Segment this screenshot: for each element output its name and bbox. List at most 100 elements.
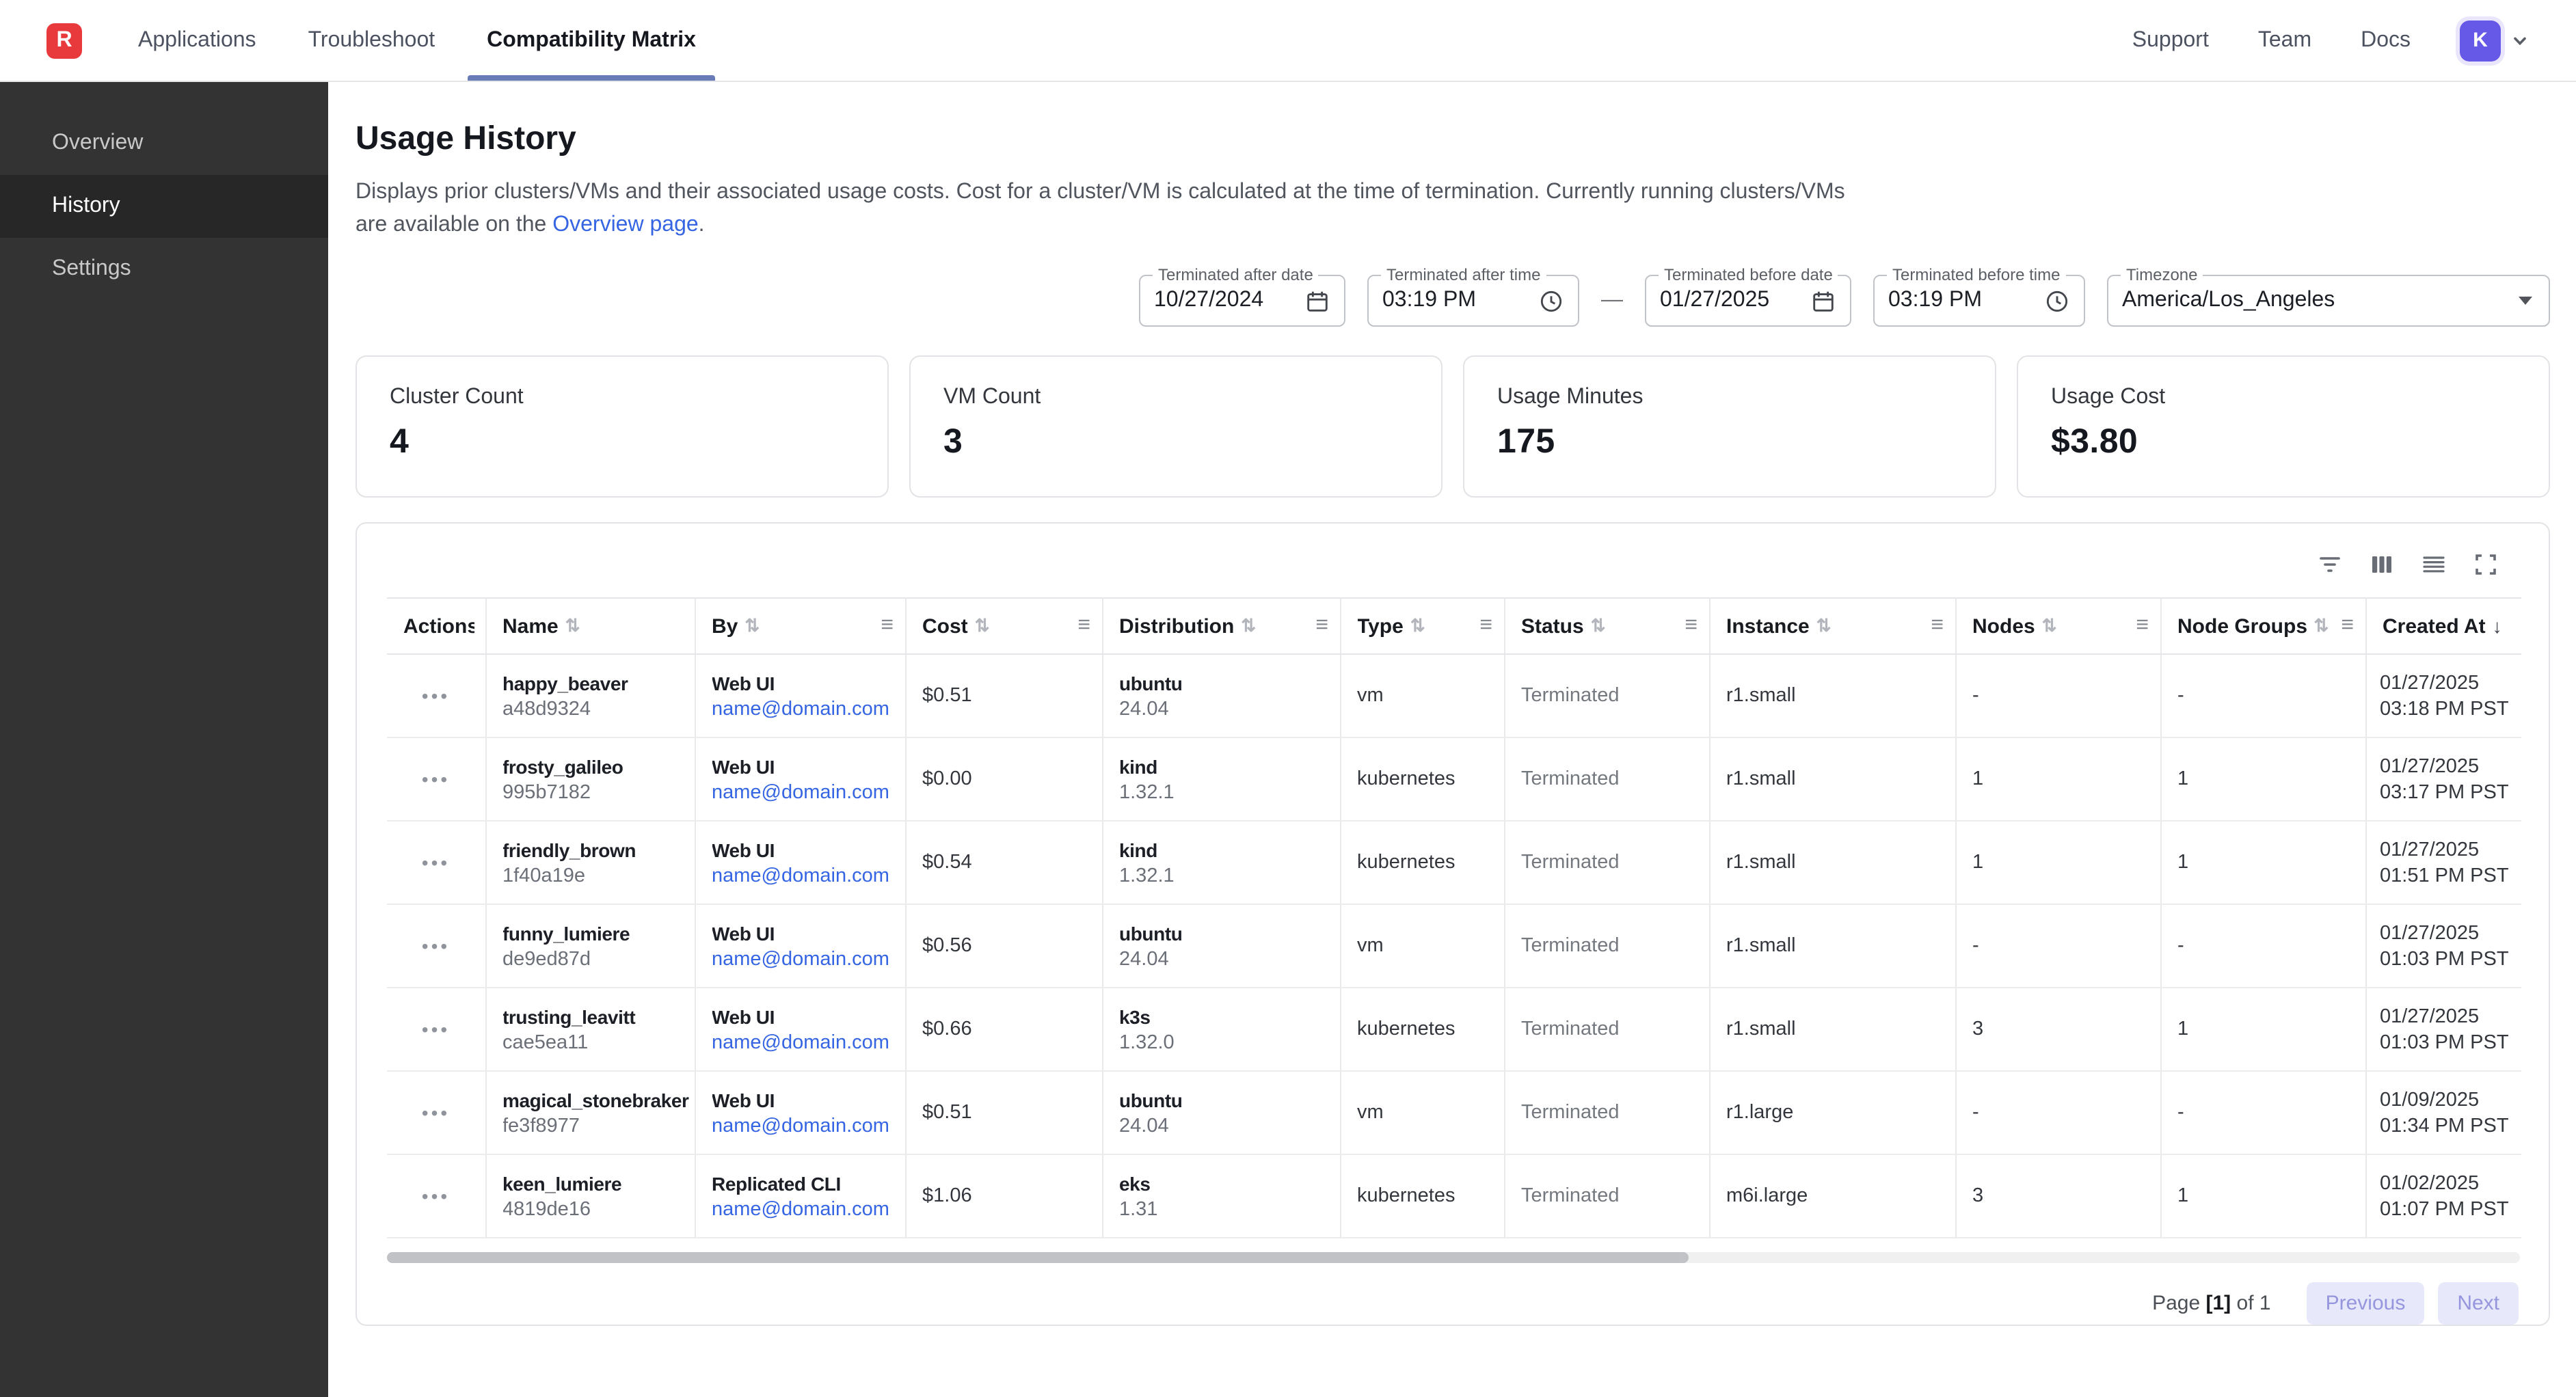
replicated-logo[interactable]: R: [46, 23, 82, 58]
column-menu-icon[interactable]: ≡: [875, 614, 894, 638]
created-date: 01/27/2025: [2380, 1005, 2521, 1027]
sort-icon: ⇅: [1816, 615, 1832, 637]
nav-troubleshoot[interactable]: Troubleshoot: [282, 0, 461, 81]
sidebar-item-history[interactable]: History: [0, 175, 328, 238]
stat-card-cluster-count: Cluster Count 4: [355, 355, 889, 498]
fullscreen-icon[interactable]: [2472, 551, 2499, 578]
cell-text: kubernetes: [1357, 768, 1503, 790]
terminated-before-date-field[interactable]: Terminated before date 01/27/2025: [1645, 275, 1851, 327]
cell-text: 1: [2177, 768, 2365, 790]
filter-icon[interactable]: [2316, 551, 2344, 578]
sort-icon: ⇅: [1241, 615, 1256, 637]
page-current: [1]: [2206, 1292, 2231, 1315]
cell-primary-text: frosty_galileo: [502, 755, 694, 777]
cell-primary-text: Web UI: [712, 755, 904, 777]
calendar-icon[interactable]: [1810, 288, 1836, 314]
email-link[interactable]: name@domain.com: [712, 1115, 904, 1137]
column-header-node-groups[interactable]: Node Groups⇅≡: [2160, 598, 2365, 654]
column-header-type[interactable]: Type⇅≡: [1340, 598, 1504, 654]
column-header-name[interactable]: Name⇅: [485, 598, 695, 654]
email-link[interactable]: name@domain.com: [712, 1198, 904, 1220]
row-actions-button[interactable]: •••: [387, 935, 485, 957]
sidebar-item-overview[interactable]: Overview: [0, 112, 328, 175]
column-label: Cost: [922, 614, 968, 638]
cell-text: r1.small: [1726, 852, 1955, 873]
cell-text: vm: [1357, 935, 1503, 957]
nav-docs[interactable]: Docs: [2361, 28, 2411, 53]
cell-text: -: [2177, 685, 2365, 707]
cell-primary-text: ubuntu: [1119, 1089, 1339, 1111]
scrollbar-thumb[interactable]: [387, 1252, 1688, 1263]
row-actions-button[interactable]: •••: [387, 768, 485, 790]
sort-icon: ⇅: [1591, 615, 1606, 637]
column-header-instance[interactable]: Instance⇅≡: [1709, 598, 1955, 654]
overview-page-link[interactable]: Overview page: [552, 213, 698, 236]
calendar-icon[interactable]: [1304, 288, 1330, 314]
nav-applications[interactable]: Applications: [112, 0, 282, 81]
primary-nav: Applications Troubleshoot Compatibility …: [112, 0, 722, 81]
timezone-select[interactable]: Timezone America/Los_Angeles: [2107, 275, 2550, 327]
next-page-button[interactable]: Next: [2438, 1282, 2519, 1325]
cell-text: $0.56: [922, 935, 1101, 957]
created-time: 01:34 PM PST: [2380, 1115, 2521, 1137]
row-actions-button[interactable]: •••: [387, 1185, 485, 1207]
stat-value: 4: [390, 422, 855, 462]
terminated-after-date-value: 10/27/2024: [1154, 288, 1296, 313]
columns-icon[interactable]: [2368, 551, 2396, 578]
clock-icon[interactable]: [1538, 288, 1564, 314]
column-header-distribution[interactable]: Distribution⇅≡: [1102, 598, 1340, 654]
terminated-before-time-field[interactable]: Terminated before time 03:19 PM: [1873, 275, 2085, 327]
horizontal-scrollbar[interactable]: [387, 1252, 2520, 1263]
clock-icon[interactable]: [2044, 288, 2070, 314]
row-actions-button[interactable]: •••: [387, 685, 485, 707]
column-menu-icon[interactable]: ≡: [1474, 614, 1492, 638]
terminated-after-date-field[interactable]: Terminated after date 10/27/2024: [1139, 275, 1345, 327]
email-link[interactable]: name@domain.com: [712, 698, 904, 720]
created-time: 01:51 PM PST: [2380, 865, 2521, 886]
account-menu[interactable]: K: [2460, 20, 2530, 61]
cell-text: Terminated: [1521, 685, 1708, 707]
previous-page-button[interactable]: Previous: [2307, 1282, 2425, 1325]
row-actions-button[interactable]: •••: [387, 852, 485, 873]
column-header-cost[interactable]: Cost⇅≡: [905, 598, 1102, 654]
column-menu-icon[interactable]: ≡: [1679, 614, 1698, 638]
column-header-created-at[interactable]: Created At↓: [2365, 598, 2521, 654]
cell-text: 3: [1972, 1018, 2160, 1040]
row-actions-button[interactable]: •••: [387, 1018, 485, 1040]
column-header-by[interactable]: By⇅≡: [695, 598, 905, 654]
column-menu-icon[interactable]: ≡: [1072, 614, 1090, 638]
nav-support[interactable]: Support: [2132, 28, 2209, 53]
nav-team[interactable]: Team: [2258, 28, 2311, 53]
cell-text: 1: [2177, 1185, 2365, 1207]
email-link[interactable]: name@domain.com: [712, 781, 904, 803]
cell-primary-text: happy_beaver: [502, 672, 694, 694]
table-header-row: ActionsName⇅By⇅≡Cost⇅≡Distribution⇅≡Type…: [387, 598, 2521, 654]
table-row: •••magical_stonebrakerfe3f8977Web UIname…: [387, 1071, 2521, 1154]
filter-bar: Terminated after date 10/27/2024 Termina…: [355, 275, 2550, 327]
stat-card-usage-minutes: Usage Minutes 175: [1463, 355, 1996, 498]
terminated-after-time-field[interactable]: Terminated after time 03:19 PM: [1367, 275, 1579, 327]
email-link[interactable]: name@domain.com: [712, 948, 904, 970]
page-title: Usage History: [355, 120, 2550, 159]
column-menu-icon[interactable]: ≡: [2130, 614, 2149, 638]
cell-text: vm: [1357, 1102, 1503, 1124]
email-link[interactable]: name@domain.com: [712, 1031, 904, 1053]
column-menu-icon[interactable]: ≡: [1925, 614, 1944, 638]
cell-text: $1.06: [922, 1185, 1101, 1207]
column-menu-icon[interactable]: ≡: [1310, 614, 1328, 638]
stat-label: Usage Cost: [2051, 385, 2516, 410]
column-header-status[interactable]: Status⇅≡: [1504, 598, 1709, 654]
created-time: 01:03 PM PST: [2380, 948, 2521, 970]
cell-secondary-text: 24.04: [1119, 948, 1339, 970]
sidebar-item-settings[interactable]: Settings: [0, 238, 328, 301]
column-header-nodes[interactable]: Nodes⇅≡: [1955, 598, 2160, 654]
avatar[interactable]: K: [2460, 20, 2501, 61]
nav-compatibility-matrix[interactable]: Compatibility Matrix: [461, 0, 722, 81]
email-link[interactable]: name@domain.com: [712, 865, 904, 886]
cell-text: -: [2177, 1102, 2365, 1124]
row-actions-button[interactable]: •••: [387, 1102, 485, 1124]
table-row: •••frosty_galileo995b7182Web UIname@doma…: [387, 737, 2521, 821]
column-menu-icon[interactable]: ≡: [2335, 614, 2354, 638]
column-label: Name: [502, 614, 559, 638]
density-icon[interactable]: [2420, 551, 2447, 578]
